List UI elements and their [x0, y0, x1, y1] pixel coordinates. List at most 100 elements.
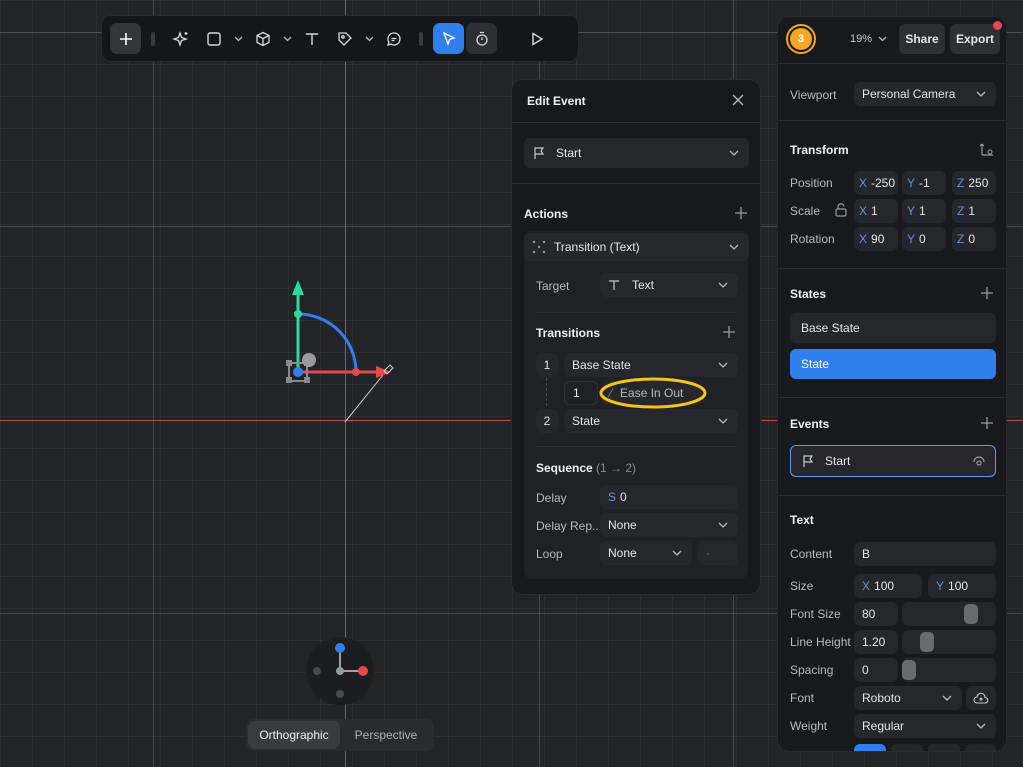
state-item-selected[interactable]: State	[790, 349, 996, 379]
size-x-input[interactable]: X 100	[854, 574, 922, 598]
edit-event-title: Edit Event	[527, 94, 586, 108]
transform-heading: Transform	[790, 143, 849, 157]
export-button[interactable]: Export	[950, 24, 1000, 54]
scale-y-input[interactable]: Y1	[902, 199, 946, 223]
cloud-upload-icon	[973, 692, 989, 704]
content-input[interactable]: B	[854, 542, 996, 566]
delay-input[interactable]: S 0	[600, 485, 738, 509]
sparkle-icon[interactable]	[165, 23, 196, 54]
position-y-value: -1	[919, 176, 930, 190]
chevron-down-icon[interactable]	[362, 23, 376, 54]
rotation-x-input[interactable]: X 90	[854, 227, 898, 251]
zoom-level[interactable]: 19%	[850, 33, 887, 45]
avatar-count: 3	[790, 28, 812, 50]
comment-icon[interactable]	[378, 23, 409, 54]
weight-select[interactable]: Regular	[854, 714, 996, 738]
add-transition-icon[interactable]	[722, 325, 736, 339]
size-y-input[interactable]: Y 100	[928, 574, 996, 598]
slider-handle[interactable]	[964, 604, 978, 624]
slider-handle[interactable]	[920, 632, 934, 652]
target-select[interactable]: Text	[600, 273, 738, 297]
share-button[interactable]: Share	[899, 24, 945, 54]
rotate-icon[interactable]	[466, 23, 497, 54]
chevron-down-icon[interactable]	[231, 23, 245, 54]
flag-icon	[534, 147, 545, 159]
pen-icon[interactable]	[329, 23, 360, 54]
pointer-icon[interactable]	[433, 23, 464, 54]
align-justify-button[interactable]	[965, 744, 996, 751]
orientation-widget[interactable]	[305, 636, 375, 706]
line-height-slider[interactable]	[902, 630, 996, 654]
position-x-input[interactable]: X -250	[854, 171, 898, 195]
transition-state-select[interactable]: State	[564, 409, 738, 433]
event-trigger-select[interactable]: Start	[524, 138, 749, 168]
transition-state-select[interactable]: Base State	[564, 353, 738, 377]
chevron-down-icon[interactable]	[280, 23, 294, 54]
delay-label: Delay	[536, 491, 567, 505]
scale-y-value: 1	[919, 204, 926, 218]
add-state-icon[interactable]	[980, 286, 994, 300]
slider-handle[interactable]	[902, 660, 916, 680]
transition-duration-input[interactable]: 1	[564, 381, 598, 405]
text-icon[interactable]	[296, 23, 327, 54]
scale-z-input[interactable]: Z1	[952, 199, 996, 223]
transition-index: 2	[536, 409, 558, 433]
transition-icon	[532, 240, 546, 254]
perspective-option[interactable]: Perspective	[340, 721, 432, 749]
position-z-input[interactable]: Z 250	[952, 171, 996, 195]
viewport-label: Viewport	[790, 88, 837, 102]
chevron-down-icon	[672, 550, 682, 556]
add-icon[interactable]	[110, 23, 141, 54]
target-label: Target	[536, 279, 570, 293]
align-center-button[interactable]	[891, 744, 923, 751]
chevron-down-icon	[729, 150, 739, 156]
upload-font-button[interactable]	[966, 686, 996, 710]
chevron-down-icon	[718, 522, 728, 528]
lock-open-icon[interactable]	[835, 203, 847, 217]
visibility-icon[interactable]	[973, 456, 985, 468]
font-size-input[interactable]: 80	[854, 602, 898, 626]
font-size-slider[interactable]	[902, 602, 996, 626]
font-select[interactable]: Roboto	[854, 686, 962, 710]
action-select[interactable]: Transition (Text)	[524, 233, 749, 261]
align-left-button[interactable]	[854, 744, 886, 751]
font-value: Roboto	[862, 691, 901, 705]
content-label: Content	[790, 547, 833, 561]
event-item-start[interactable]: Start	[790, 445, 996, 477]
state-item-base[interactable]: Base State	[790, 313, 996, 343]
add-event-icon[interactable]	[980, 416, 994, 430]
close-icon[interactable]	[732, 94, 744, 106]
notification-dot	[993, 21, 1002, 30]
view-mode-switch[interactable]: Orthographic Perspective	[246, 719, 434, 751]
line-height-label: Line Height	[790, 635, 851, 649]
add-action-icon[interactable]	[734, 206, 748, 220]
transition-index: 1	[536, 353, 558, 377]
square-icon[interactable]	[198, 23, 229, 54]
chevron-down-icon	[878, 36, 887, 42]
spacing-slider[interactable]	[902, 658, 996, 682]
size-y-value: 100	[948, 579, 969, 593]
delay-prefix: S	[608, 490, 617, 504]
size-x-value: 100	[874, 579, 895, 593]
loop-count-input[interactable]: -	[698, 541, 738, 565]
position-y-input[interactable]: Y -1	[902, 171, 946, 195]
rotation-z-input[interactable]: Z0	[952, 227, 996, 251]
scale-x-input[interactable]: X1	[854, 199, 898, 223]
align-right-button[interactable]	[928, 744, 960, 751]
delay-repeat-select[interactable]: None	[600, 513, 738, 537]
rotation-y-input[interactable]: Y0	[902, 227, 946, 251]
spacing-input[interactable]: 0	[854, 658, 898, 682]
line-height-input[interactable]: 1.20	[854, 630, 898, 654]
axis-icon[interactable]	[979, 141, 995, 157]
rotation-label: Rotation	[790, 232, 835, 246]
transform-gizmo[interactable]	[280, 275, 400, 425]
scale-z-value: 1	[968, 204, 976, 218]
avatar[interactable]: 3	[786, 24, 816, 54]
cube-icon[interactable]	[247, 23, 278, 54]
orthographic-option[interactable]: Orthographic	[248, 721, 340, 749]
text-icon	[609, 280, 619, 290]
loop-select[interactable]: None	[600, 541, 692, 565]
viewport-select[interactable]: Personal Camera	[854, 82, 996, 106]
play-icon[interactable]	[521, 23, 552, 54]
delay-repeat-label: Delay Rep...	[536, 519, 603, 533]
